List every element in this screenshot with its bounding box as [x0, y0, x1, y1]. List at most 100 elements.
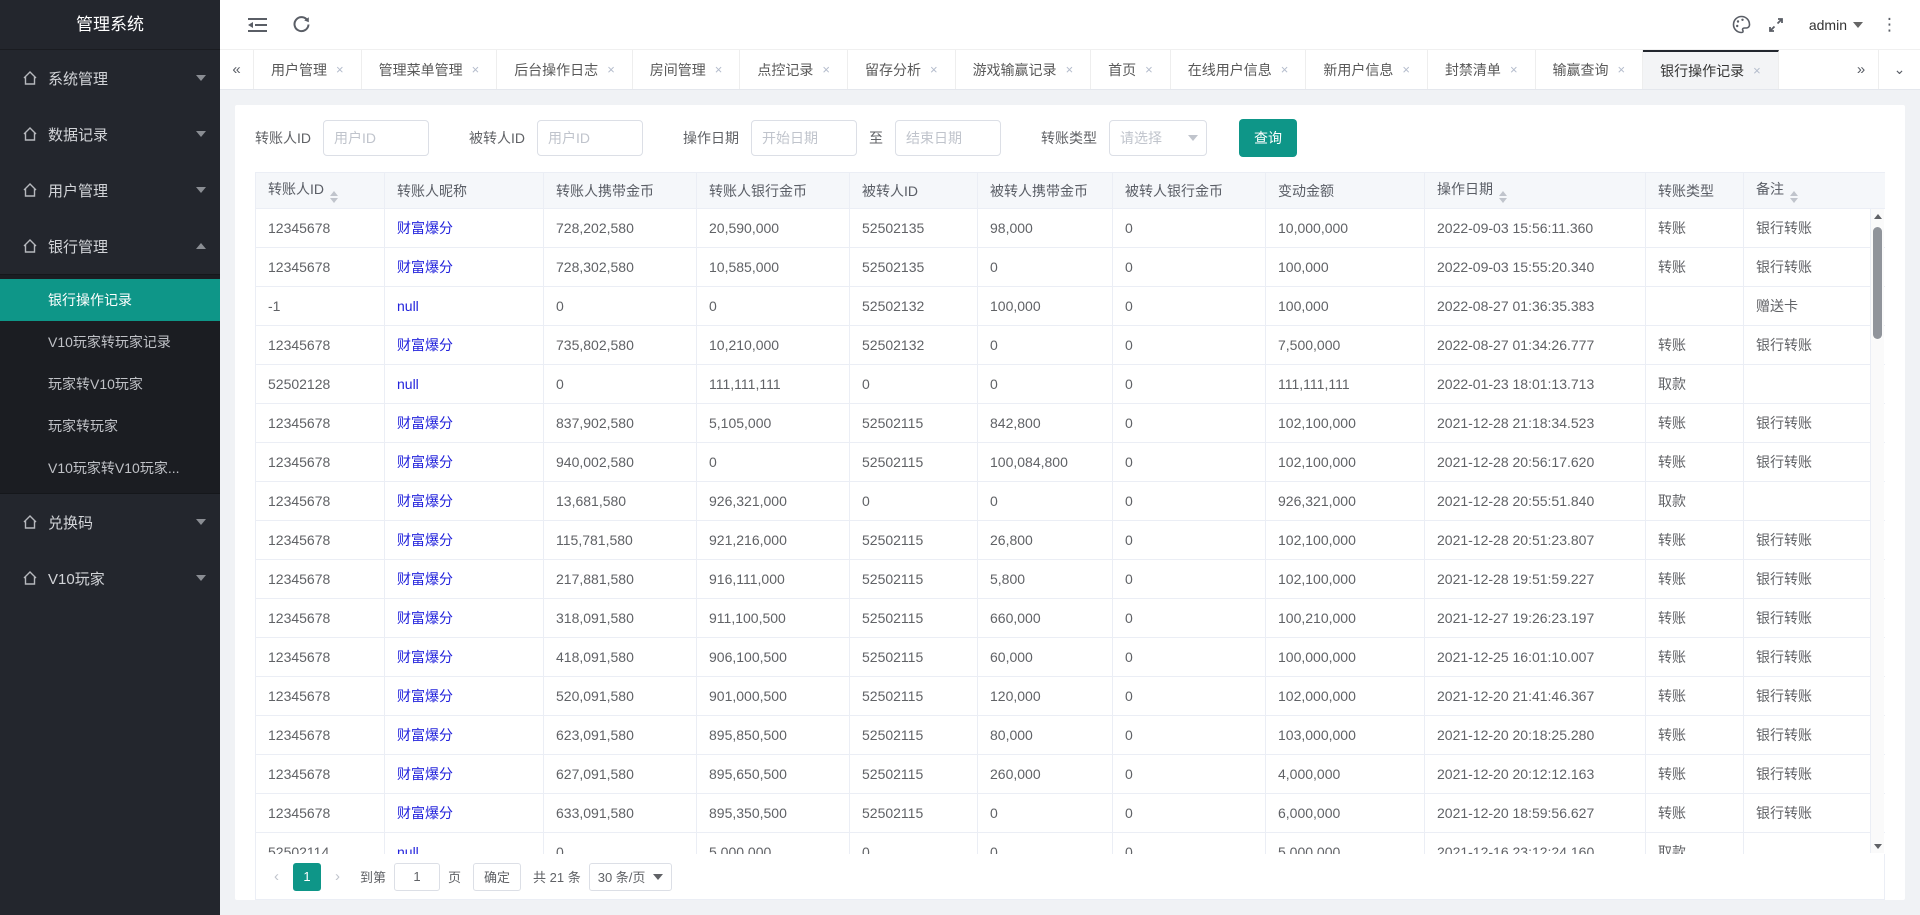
sidebar-subitem-0[interactable]: 银行操作记录: [0, 279, 220, 321]
table-cell: 转账: [1646, 560, 1744, 599]
chevron-down-icon: [196, 131, 206, 137]
player-nickname-link[interactable]: null: [397, 298, 419, 314]
column-header-8[interactable]: 操作日期: [1425, 173, 1646, 209]
table-cell: 115,781,580: [544, 521, 697, 560]
tab-3[interactable]: 房间管理×: [633, 50, 741, 89]
theme-palette-icon[interactable]: [1725, 8, 1759, 42]
page-number-button[interactable]: 1: [293, 863, 321, 891]
player-nickname-link[interactable]: 财富爆分: [397, 337, 453, 353]
sort-icon[interactable]: [1499, 191, 1507, 203]
prev-page-icon[interactable]: ‹: [268, 868, 285, 885]
scroll-down-icon[interactable]: [1871, 839, 1884, 853]
player-nickname-link[interactable]: 财富爆分: [397, 259, 453, 275]
player-nickname-link[interactable]: null: [397, 376, 419, 392]
column-header-4: 被转人ID: [850, 173, 978, 209]
sidebar-item-5[interactable]: V10玩家: [0, 550, 220, 606]
tab-2[interactable]: 后台操作日志×: [497, 50, 633, 89]
table-cell: 12345678: [256, 677, 385, 716]
scroll-up-icon[interactable]: [1871, 209, 1884, 223]
type-select[interactable]: 请选择: [1109, 120, 1207, 156]
tab-close-icon[interactable]: ×: [1618, 63, 1626, 76]
sort-icon[interactable]: [1790, 191, 1798, 203]
tab-4[interactable]: 点控记录×: [740, 50, 848, 89]
tab-close-icon[interactable]: ×: [607, 63, 615, 76]
sidebar-item-1[interactable]: 数据记录: [0, 106, 220, 162]
tab-8[interactable]: 在线用户信息×: [1171, 50, 1307, 89]
table-header-row: 转账人ID转账人昵称转账人携带金币转账人银行金币被转人ID被转人携带金币被转人银…: [256, 173, 1886, 209]
tab-5[interactable]: 留存分析×: [848, 50, 956, 89]
column-header-10[interactable]: 备注: [1744, 173, 1886, 209]
date-end-input[interactable]: [895, 120, 1001, 156]
scrollbar-thumb[interactable]: [1873, 227, 1882, 339]
tab-close-icon[interactable]: ×: [930, 63, 938, 76]
player-nickname-link[interactable]: 财富爆分: [397, 220, 453, 236]
tab-close-icon[interactable]: ×: [1510, 63, 1518, 76]
tabs-scroll-right-icon[interactable]: »: [1844, 50, 1878, 89]
next-page-icon[interactable]: ›: [329, 868, 346, 885]
user-menu[interactable]: admin: [1809, 17, 1863, 33]
tab-9[interactable]: 新用户信息×: [1306, 50, 1428, 89]
sort-icon[interactable]: [330, 191, 338, 203]
tab-1[interactable]: 管理菜单管理×: [362, 50, 498, 89]
player-nickname-link[interactable]: 财富爆分: [397, 688, 453, 704]
more-options-icon[interactable]: ⋮: [1877, 15, 1902, 35]
tab-close-icon[interactable]: ×: [715, 63, 723, 76]
table-cell: 2022-09-03 15:56:11.360: [1425, 209, 1646, 248]
player-nickname-link[interactable]: 财富爆分: [397, 532, 453, 548]
table-cell: 2021-12-28 20:56:17.620: [1425, 443, 1646, 482]
tab-close-icon[interactable]: ×: [1281, 63, 1289, 76]
player-nickname-link[interactable]: 财富爆分: [397, 766, 453, 782]
sidebar-subitem-4[interactable]: V10玩家转V10玩家...: [0, 447, 220, 489]
table-cell: 银行转账: [1744, 248, 1886, 287]
tab-close-icon[interactable]: ×: [472, 63, 480, 76]
page-size-select[interactable]: 30 条/页: [589, 863, 673, 891]
player-nickname-link[interactable]: 财富爆分: [397, 454, 453, 470]
tab-10[interactable]: 封禁清单×: [1428, 50, 1536, 89]
tab-close-icon[interactable]: ×: [822, 63, 830, 76]
sidebar-item-2[interactable]: 用户管理: [0, 162, 220, 218]
sidebar-item-4[interactable]: 兑换码: [0, 494, 220, 550]
player-nickname-link[interactable]: 财富爆分: [397, 493, 453, 509]
player-nickname-link[interactable]: null: [397, 844, 419, 854]
tab-12[interactable]: 银行操作记录×: [1643, 50, 1779, 89]
table-cell: 0: [850, 365, 978, 404]
tab-0[interactable]: 用户管理×: [254, 50, 362, 89]
sidebar-subitem-1[interactable]: V10玩家转玩家记录: [0, 321, 220, 363]
tab-close-icon[interactable]: ×: [1066, 63, 1074, 76]
sidebar-item-3[interactable]: 银行管理: [0, 218, 220, 274]
tabs-scroll-left-icon[interactable]: «: [220, 50, 254, 89]
sidebar-subitem-2[interactable]: 玩家转V10玩家: [0, 363, 220, 405]
sidebar-subitem-3[interactable]: 玩家转玩家: [0, 405, 220, 447]
vertical-scrollbar[interactable]: [1870, 209, 1884, 853]
tab-close-icon[interactable]: ×: [336, 63, 344, 76]
goto-confirm-button[interactable]: 确定: [473, 863, 521, 891]
search-button[interactable]: 查询: [1239, 119, 1297, 157]
tab-7[interactable]: 首页×: [1091, 50, 1171, 89]
table-cell: 418,091,580: [544, 638, 697, 677]
refresh-icon[interactable]: [284, 8, 318, 42]
from-id-input[interactable]: [323, 120, 429, 156]
sidebar-collapse-icon[interactable]: [240, 8, 274, 42]
column-header-0[interactable]: 转账人ID: [256, 173, 385, 209]
table-cell: 217,881,580: [544, 560, 697, 599]
tabs-menu-icon[interactable]: ⌄: [1878, 50, 1920, 89]
tab-close-icon[interactable]: ×: [1145, 63, 1153, 76]
goto-page-input[interactable]: [394, 863, 440, 891]
sidebar-item-0[interactable]: 系统管理: [0, 50, 220, 106]
player-nickname-link[interactable]: 财富爆分: [397, 727, 453, 743]
chevron-down-icon: [196, 187, 206, 193]
date-start-input[interactable]: [751, 120, 857, 156]
player-nickname-link[interactable]: 财富爆分: [397, 571, 453, 587]
tab-11[interactable]: 输赢查询×: [1536, 50, 1644, 89]
table-row: 12345678财富爆分623,091,580895,850,500525021…: [256, 716, 1886, 755]
tab-6[interactable]: 游戏输赢记录×: [956, 50, 1092, 89]
player-nickname-link[interactable]: 财富爆分: [397, 649, 453, 665]
player-nickname-link[interactable]: 财富爆分: [397, 610, 453, 626]
tab-close-icon[interactable]: ×: [1402, 63, 1410, 76]
player-nickname-link[interactable]: 财富爆分: [397, 415, 453, 431]
tab-close-icon[interactable]: ×: [1753, 64, 1761, 77]
to-id-input[interactable]: [537, 120, 643, 156]
column-header-9: 转账类型: [1646, 173, 1744, 209]
player-nickname-link[interactable]: 财富爆分: [397, 805, 453, 821]
fullscreen-icon[interactable]: [1759, 8, 1793, 42]
